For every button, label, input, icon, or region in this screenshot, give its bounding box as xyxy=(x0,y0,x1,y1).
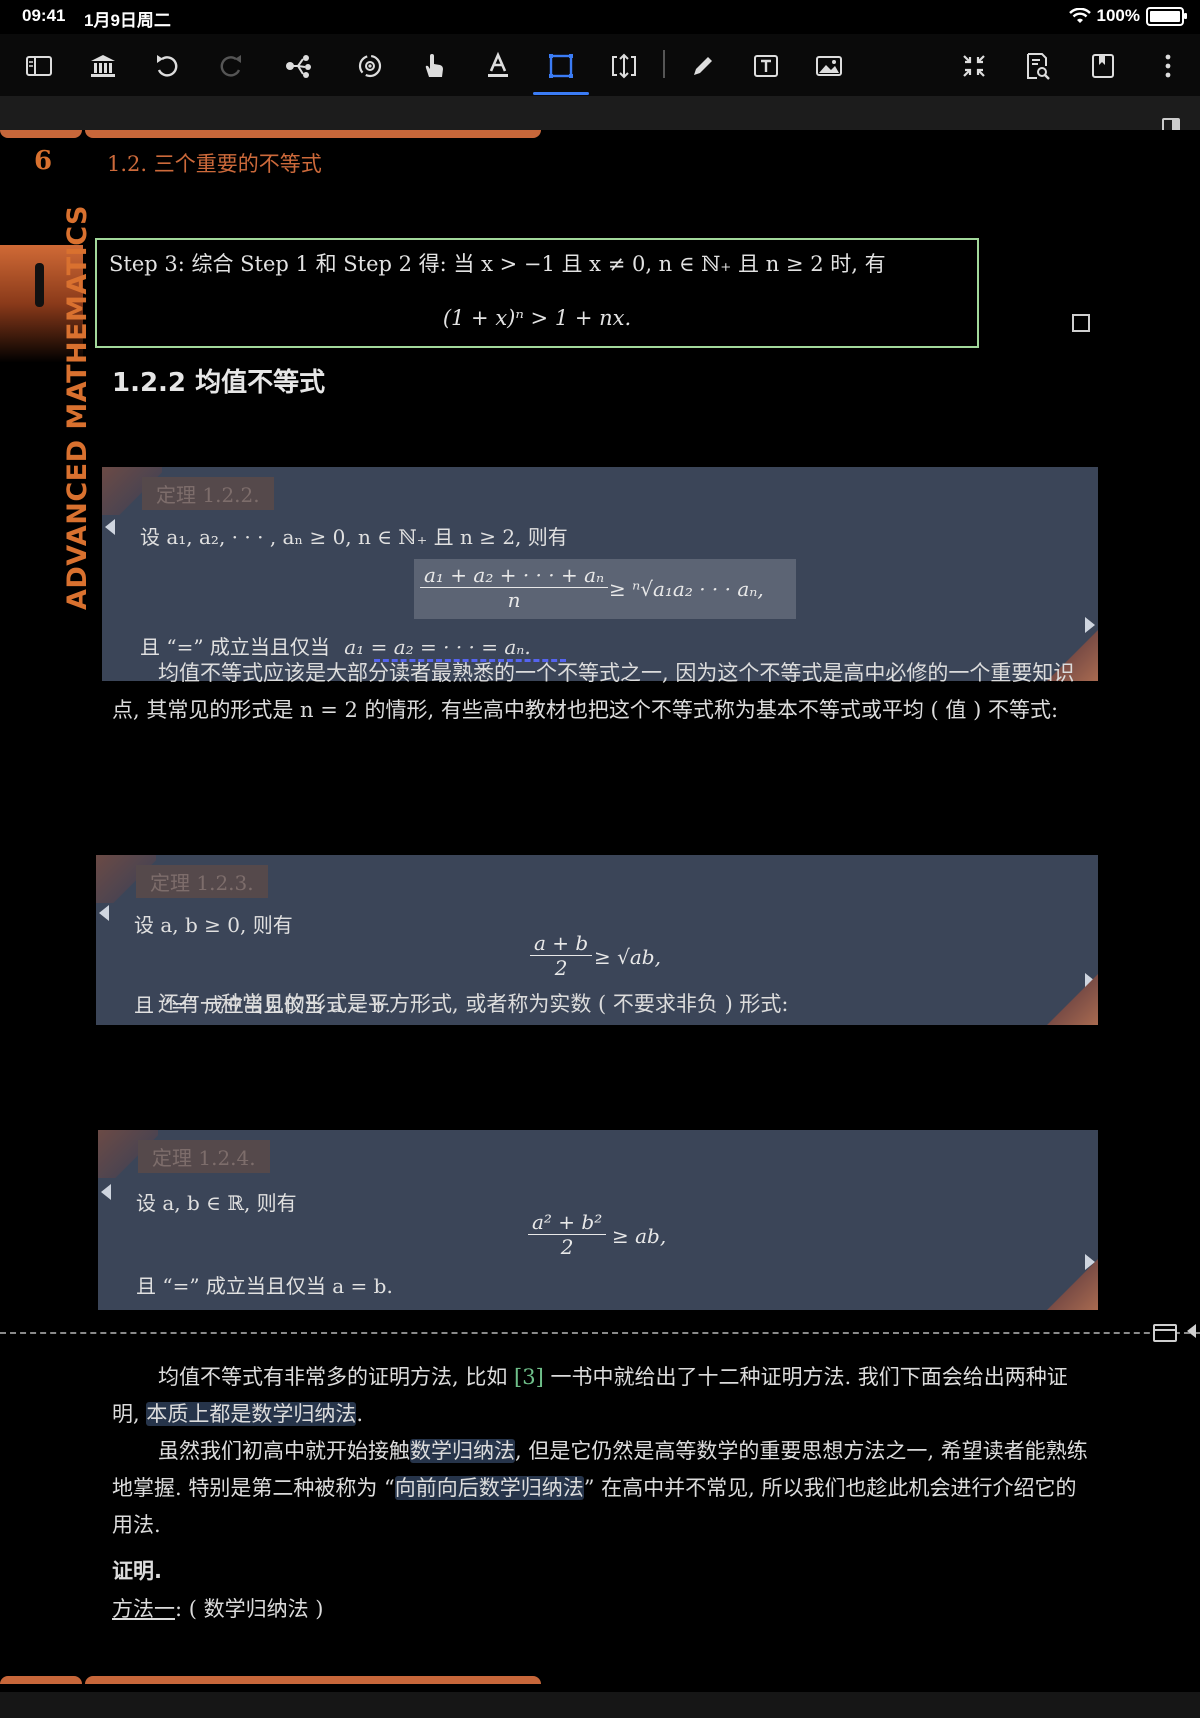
status-time: 09:41 xyxy=(22,6,66,25)
fraction-numerator: a + b xyxy=(534,931,589,955)
redo-icon[interactable] xyxy=(211,46,251,86)
paragraph: 均值不等式应该是大部分读者最熟悉的一个不等式之一, 因为这个不等式是高中必修的一… xyxy=(112,661,1075,722)
select-rect-icon[interactable] xyxy=(533,46,589,95)
page-tab-right xyxy=(85,130,541,138)
page-tab-right-bottom xyxy=(85,1676,541,1684)
formula-fraction: a₁ + a₂ + · · · + aₙ n xyxy=(420,563,609,612)
highlighted-text[interactable]: 数学归纳法 xyxy=(410,1439,515,1463)
citation-link[interactable]: [3] xyxy=(514,1365,544,1389)
step3-text: Step 3: 综合 Step 1 和 Step 2 得: 当 x > −1 且… xyxy=(109,252,886,276)
method-label: 方法一 xyxy=(112,1597,175,1621)
theorem-arrow-left xyxy=(99,905,109,921)
page-tab-left xyxy=(0,130,82,138)
theorem-line: 设 a, b ∈ ℝ, 则有 xyxy=(136,1191,297,1215)
theorem-corner-fold xyxy=(1042,1254,1098,1310)
fraction-denominator: 2 xyxy=(530,955,593,980)
para-text: 均值不等式有非常多的证明方法, 比如 xyxy=(158,1365,515,1389)
theorem-label: 定理 1.2.2. xyxy=(142,477,274,510)
step3-formula: (1 + x)ⁿ > 1 + nx. xyxy=(442,306,632,330)
textbox-icon[interactable] xyxy=(746,46,786,86)
theorem-1-2-2: 定理 1.2.2. 设 a₁, a₂, · · · , aₙ ≥ 0, n ∈ … xyxy=(102,467,1098,681)
formula-fraction: a + b 2 xyxy=(530,931,593,980)
text-style-icon[interactable] xyxy=(478,46,518,86)
theorem-label: 定理 1.2.3. xyxy=(136,865,268,898)
bottom-bar xyxy=(0,1692,1200,1718)
formula-fraction: a² + b² 2 xyxy=(528,1210,607,1259)
fraction-denominator: n xyxy=(420,587,609,612)
document-page[interactable]: 6 1.2. 三个重要的不等式 ADVANCED MATHEMATICS Ste… xyxy=(0,130,1200,1718)
toolbar-separator xyxy=(663,50,665,78)
pen-icon[interactable] xyxy=(683,46,723,86)
side-marker xyxy=(35,263,44,307)
status-right: 100% xyxy=(1068,6,1187,26)
undo-icon[interactable] xyxy=(147,46,187,86)
paragraph: 均值不等式有非常多的证明方法, 比如 [3] 一书中就给出了十二种证明方法. 我… xyxy=(112,1359,1090,1433)
split-view-icon[interactable] xyxy=(1153,1324,1177,1342)
status-date: 1月9日周二 xyxy=(84,11,171,30)
sidebar-icon[interactable] xyxy=(19,46,59,86)
proof-method: 方法一: ( 数学归纳法 ) xyxy=(112,1591,1090,1628)
highlighted-text[interactable]: 本质上都是数学归纳法 xyxy=(146,1402,357,1426)
para-text: . xyxy=(356,1402,364,1426)
formula-rhs: ≥ ab, xyxy=(612,1224,667,1248)
proof-title: 证明. xyxy=(112,1559,162,1583)
para-text: 虽然我们初高中就开始接触 xyxy=(158,1439,410,1463)
battery-percent: 100% xyxy=(1096,6,1140,25)
fraction-numerator: a² + b² xyxy=(532,1210,603,1234)
theorem-arrow-left xyxy=(101,1184,111,1200)
paragraph: 虽然我们初高中就开始接触数学归纳法, 但是它仍然是高等数学的重要思想方法之一, … xyxy=(112,1433,1090,1544)
section-title: 1.2.2 均值不等式 xyxy=(112,368,326,398)
bookmark-icon[interactable] xyxy=(1083,46,1123,86)
step3-box: Step 3: 综合 Step 1 和 Step 2 得: 当 x > −1 且… xyxy=(95,238,979,348)
page-split-line[interactable] xyxy=(0,1332,1200,1334)
theorem-arrow-left xyxy=(105,519,115,535)
wifi-icon xyxy=(1068,8,1091,23)
running-head: 1.2. 三个重要的不等式 xyxy=(107,152,322,176)
resize-icon[interactable] xyxy=(604,46,644,86)
search-doc-icon[interactable] xyxy=(1017,46,1057,86)
highlighted-text[interactable]: 向前向后数学归纳法 xyxy=(394,1476,584,1500)
page-tab-left-bottom xyxy=(0,1676,82,1684)
share-tree-icon[interactable] xyxy=(279,46,319,86)
qed-square xyxy=(1072,314,1090,332)
rotate-icon[interactable] xyxy=(350,46,390,86)
theorem-1-2-4: 定理 1.2.4. 设 a, b ∈ ℝ, 则有 a² + b² 2 ≥ ab,… xyxy=(98,1130,1098,1310)
theorem-line: 设 a₁, a₂, · · · , aₙ ≥ 0, n ∈ ℕ₊ 且 n ≥ 2… xyxy=(140,525,568,549)
theorem-condition: 且 “=” 成立当且仅当 a = b. xyxy=(136,1274,393,1298)
page-number: 6 xyxy=(34,146,53,176)
fraction-numerator: a₁ + a₂ + · · · + aₙ xyxy=(424,563,605,587)
collapse-icon[interactable] xyxy=(954,46,994,86)
library-icon[interactable] xyxy=(83,46,123,86)
formula-rhs: ≥ √ab, xyxy=(594,945,661,969)
battery-icon xyxy=(1146,6,1187,26)
more-icon[interactable] xyxy=(1148,46,1188,86)
fraction-denominator: 2 xyxy=(528,1234,607,1259)
status-bar: 09:41 1月9日周二 100% xyxy=(0,0,1200,34)
theorem-label: 定理 1.2.4. xyxy=(138,1140,270,1173)
theorem-line: 设 a, b ≥ 0, 则有 xyxy=(134,913,293,937)
paragraph: 还有一种常见的形式是平方形式, 或者称为实数 ( 不要求非负 ) 形式: xyxy=(158,992,789,1016)
image-icon[interactable] xyxy=(809,46,849,86)
document-subbar xyxy=(0,96,1200,130)
method-rest: : ( 数学归纳法 ) xyxy=(175,1597,324,1621)
side-title: ADVANCED MATHEMATICS xyxy=(62,205,93,610)
formula-rhs: ≥ ⁿ√a₁a₂ · · · aₙ, xyxy=(609,577,764,601)
split-handle-icon[interactable] xyxy=(1187,1324,1196,1338)
hand-icon[interactable] xyxy=(414,46,454,86)
